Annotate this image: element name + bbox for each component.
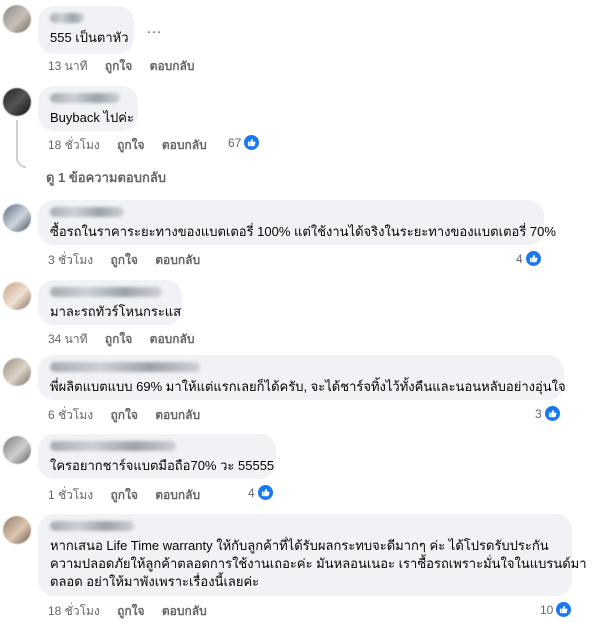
comment-bubble: พี่ผลิตแบตแบบ 69% มาให้แต่แรกเลยก็ได้ครั… bbox=[38, 355, 566, 400]
avatar[interactable] bbox=[3, 282, 31, 310]
comment-text: ซื้อรถในราคาระยะทางของแบตเตอรี่ 100% แต่… bbox=[50, 224, 556, 239]
commenter-name[interactable] bbox=[50, 441, 176, 451]
thumbs-up-icon bbox=[524, 250, 542, 267]
like-action[interactable]: ถูกใจ bbox=[117, 604, 144, 618]
like-action[interactable]: ถูกใจ bbox=[110, 488, 137, 502]
commenter-name[interactable] bbox=[50, 13, 84, 23]
reaction-number: 10 bbox=[540, 602, 554, 617]
reply-action[interactable]: ตอบกลับ bbox=[155, 488, 200, 502]
comment-text-line: ความปลอดภัยให้ลูกค้าตลอดการใช้งานเถอะค่ะ… bbox=[50, 556, 587, 571]
reaction-number: 4 bbox=[248, 485, 255, 500]
comment-actions: 18 ชั่วโมง ถูกใจ ตอบกลับ bbox=[48, 136, 221, 155]
avatar[interactable] bbox=[3, 88, 31, 116]
commenter-name[interactable] bbox=[50, 362, 200, 372]
comment-time[interactable]: 13 นาที bbox=[48, 59, 88, 73]
comment-bubble: ใครอยากชาร์จแบตมือถือ70% วะ 55555 bbox=[38, 434, 276, 479]
comment-actions: 18 ชั่วโมง ถูกใจ ตอบกลับ bbox=[48, 602, 221, 621]
reaction-count[interactable]: 10 bbox=[540, 601, 573, 618]
commenter-name[interactable] bbox=[50, 93, 120, 103]
commenter-name[interactable] bbox=[50, 287, 162, 297]
avatar[interactable] bbox=[3, 5, 31, 33]
comment-bubble: ซื้อรถในราคาระยะทางของแบตเตอรี่ 100% แต่… bbox=[38, 200, 556, 245]
reply-action[interactable]: ตอบกลับ bbox=[162, 604, 207, 618]
avatar[interactable] bbox=[3, 204, 31, 232]
thumbs-up-icon bbox=[555, 601, 573, 618]
comment-text: Buyback ไปค่ะ bbox=[50, 110, 134, 125]
comment-actions: 34 นาที ถูกใจ ตอบกลับ bbox=[48, 330, 209, 349]
reply-action[interactable]: ตอบกลับ bbox=[150, 332, 195, 346]
like-action[interactable]: ถูกใจ bbox=[117, 138, 144, 152]
thread-line bbox=[16, 120, 26, 168]
comment-bubble: หากเสนอ Life Time warranty ให้กับลูกค้าท… bbox=[38, 514, 587, 596]
like-action[interactable]: ถูกใจ bbox=[110, 408, 137, 422]
like-action[interactable]: ถูกใจ bbox=[110, 253, 137, 267]
comment-bubble: Buyback ไปค่ะ bbox=[38, 86, 138, 131]
reaction-count[interactable]: 67 bbox=[228, 134, 261, 151]
avatar[interactable] bbox=[3, 358, 31, 386]
thumbs-up-icon bbox=[243, 134, 261, 151]
comment-time[interactable]: 34 นาที bbox=[48, 332, 88, 346]
reaction-number: 4 bbox=[516, 251, 523, 266]
more-options-icon[interactable]: … bbox=[146, 20, 163, 38]
commenter-name[interactable] bbox=[50, 521, 134, 531]
comment-text-line: ตลอด อย่าให้มาพังเพราะเรื่องนี้เลยค่ะ bbox=[50, 574, 260, 589]
thumbs-up-icon bbox=[543, 405, 561, 422]
reaction-count[interactable]: 4 bbox=[248, 484, 274, 501]
like-action[interactable]: ถูกใจ bbox=[105, 332, 132, 346]
reaction-count[interactable]: 3 bbox=[535, 405, 561, 422]
comment-bubble: มาละรถทัวร์โหนกระแส bbox=[38, 280, 182, 325]
reply-action[interactable]: ตอบกลับ bbox=[162, 138, 207, 152]
avatar[interactable] bbox=[3, 436, 31, 464]
comment-text: มาละรถทัวร์โหนกระแส bbox=[50, 304, 182, 319]
reaction-number: 3 bbox=[535, 406, 542, 421]
comment-text: พี่ผลิตแบตแบบ 69% มาให้แต่แรกเลยก็ได้ครั… bbox=[50, 379, 566, 394]
comment-actions: 13 นาที ถูกใจ ตอบกลับ bbox=[48, 57, 209, 76]
comment-time[interactable]: 18 ชั่วโมง bbox=[48, 138, 100, 152]
reaction-count[interactable]: 4 bbox=[516, 250, 542, 267]
commenter-name[interactable] bbox=[50, 207, 124, 217]
comment-text: 555 เป็นตาหัว bbox=[50, 30, 129, 45]
comment-text: ใครอยากชาร์จแบตมือถือ70% วะ 55555 bbox=[50, 458, 275, 473]
comment-time[interactable]: 3 ชั่วโมง bbox=[48, 253, 93, 267]
comment-time[interactable]: 6 ชั่วโมง bbox=[48, 408, 93, 422]
comment-time[interactable]: 1 ชั่วโมง bbox=[48, 488, 93, 502]
comment-actions: 3 ชั่วโมง ถูกใจ ตอบกลับ bbox=[48, 251, 214, 270]
avatar[interactable] bbox=[3, 516, 31, 544]
reply-action[interactable]: ตอบกลับ bbox=[150, 59, 195, 73]
comment-actions: 1 ชั่วโมง ถูกใจ ตอบกลับ bbox=[48, 486, 214, 505]
like-action[interactable]: ถูกใจ bbox=[105, 59, 132, 73]
reaction-number: 67 bbox=[228, 135, 242, 150]
comment-text-line: หากเสนอ Life Time warranty ให้กับลูกค้าท… bbox=[50, 538, 549, 553]
comment-actions: 6 ชั่วโมง ถูกใจ ตอบกลับ bbox=[48, 406, 214, 425]
reply-action[interactable]: ตอบกลับ bbox=[155, 253, 200, 267]
reply-action[interactable]: ตอบกลับ bbox=[155, 408, 200, 422]
comment-bubble: 555 เป็นตาหัว bbox=[38, 6, 134, 54]
comment-time[interactable]: 18 ชั่วโมง bbox=[48, 604, 100, 618]
view-replies-link[interactable]: ดู 1 ข้อความตอบกลับ bbox=[46, 167, 166, 188]
thumbs-up-icon bbox=[256, 484, 274, 501]
